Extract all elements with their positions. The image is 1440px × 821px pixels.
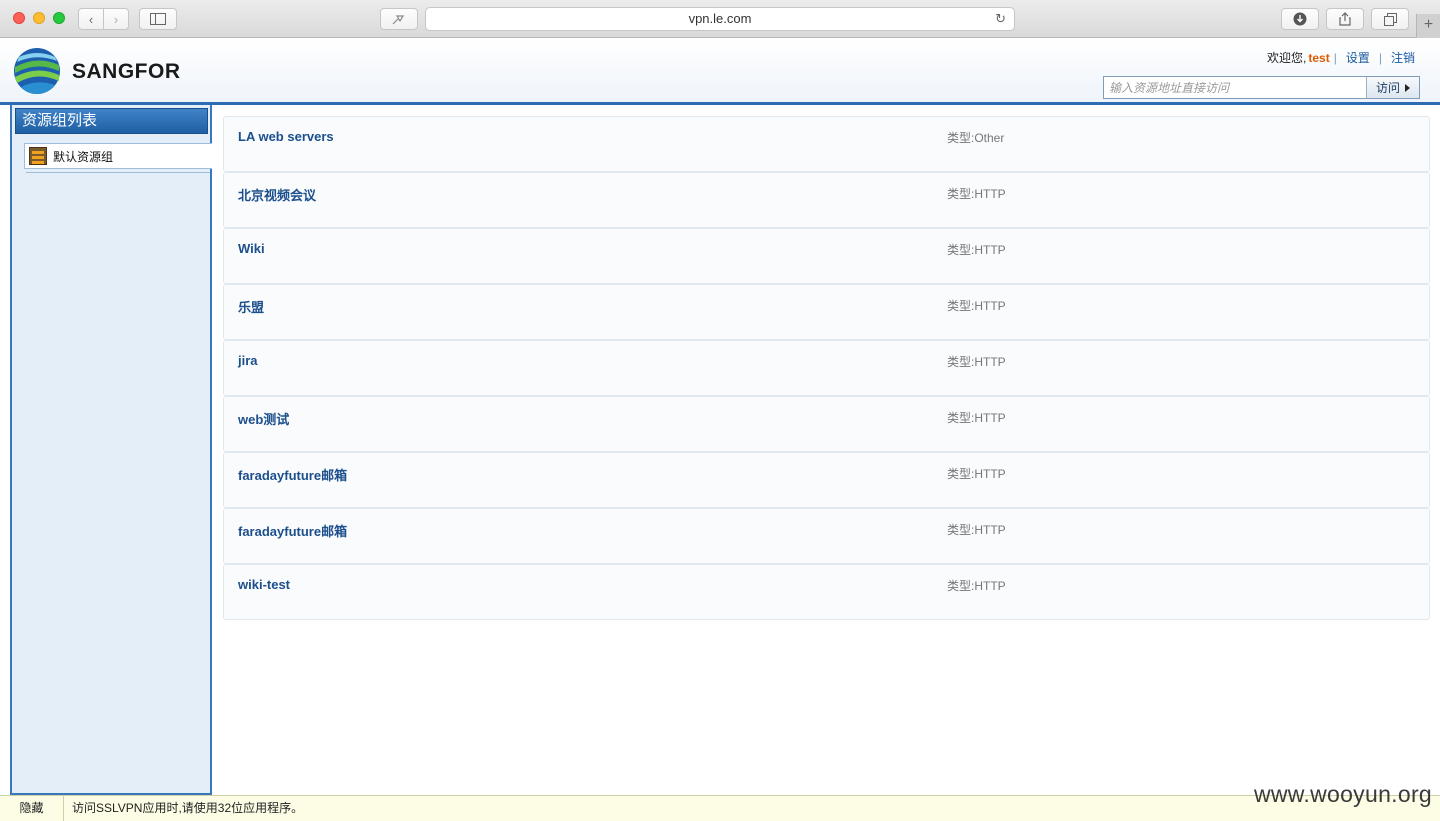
hide-button[interactable]: 隐藏 xyxy=(0,796,64,821)
resource-link[interactable]: web测试 xyxy=(238,409,289,428)
resource-list: LA web servers 类型:Other 北京视频会议 类型:HTTP W… xyxy=(223,116,1430,620)
plus-icon: + xyxy=(1423,16,1434,33)
pin-button[interactable] xyxy=(380,8,418,30)
address-bar[interactable]: vpn.le.com ↻ xyxy=(425,7,1015,31)
download-icon xyxy=(1293,12,1307,26)
share-icon xyxy=(1339,12,1351,26)
resource-row: web测试 类型:HTTP xyxy=(223,396,1430,452)
separator: | xyxy=(1378,50,1382,65)
resource-type: 类型:HTTP xyxy=(947,411,1006,425)
sidebar-icon xyxy=(150,13,166,25)
reload-icon[interactable]: ↻ xyxy=(995,8,1006,30)
pin-icon xyxy=(392,15,405,25)
username: test xyxy=(1308,50,1330,65)
resource-row: jira 类型:HTTP xyxy=(223,340,1430,396)
tabs-icon xyxy=(1383,12,1397,26)
resource-link[interactable]: LA web servers xyxy=(238,129,334,144)
resource-type: 类型:Other xyxy=(947,131,1005,145)
resource-row: 乐盟 类型:HTTP xyxy=(223,284,1430,340)
logout-link[interactable]: 注销 xyxy=(1391,49,1415,66)
downloads-button[interactable] xyxy=(1281,8,1319,30)
minimize-window-button[interactable] xyxy=(33,12,45,24)
header-divider xyxy=(0,102,1440,105)
resource-row: faradayfuture邮箱 类型:HTTP xyxy=(223,508,1430,564)
direct-visit-form: 访问 xyxy=(1103,76,1420,99)
brand-name: SANGFOR xyxy=(72,60,181,83)
resource-row: faradayfuture邮箱 类型:HTTP xyxy=(223,452,1430,508)
close-window-button[interactable] xyxy=(13,12,25,24)
separator: | xyxy=(1333,50,1337,65)
status-message: 访问SSLVPN应用时,请使用32位应用程序。 xyxy=(72,801,304,815)
resource-link[interactable]: 北京视频会议 xyxy=(238,185,316,204)
resource-group-item[interactable]: 默认资源组 xyxy=(24,143,212,169)
resource-group-panel: 资源组列表 默认资源组 xyxy=(10,105,212,795)
resource-row: Wiki 类型:HTTP xyxy=(223,228,1430,284)
chevron-left-icon: ‹ xyxy=(88,11,94,27)
browser-toolbar: ‹ › vpn.le.com ↻ + xyxy=(0,0,1440,38)
resource-link[interactable]: faradayfuture邮箱 xyxy=(238,465,347,484)
resource-type: 类型:HTTP xyxy=(947,187,1006,201)
new-tab-button[interactable]: + xyxy=(1416,14,1440,38)
resource-type: 类型:HTTP xyxy=(947,243,1006,257)
settings-link[interactable]: 设置 xyxy=(1346,49,1370,66)
resource-row: 北京视频会议 类型:HTTP xyxy=(223,172,1430,228)
resource-row: LA web servers 类型:Other xyxy=(223,116,1430,172)
user-links: 欢迎您, test | 设置 | 注销 xyxy=(1267,49,1415,66)
resource-type: 类型:HTTP xyxy=(947,355,1006,369)
resource-type: 类型:HTTP xyxy=(947,579,1006,593)
welcome-text: 欢迎您, xyxy=(1267,51,1307,65)
chevron-right-icon: › xyxy=(113,11,119,27)
app-header: SANGFOR 欢迎您, test | 设置 | 注销 访问 xyxy=(0,39,1440,103)
url-text: vpn.le.com xyxy=(688,11,752,26)
resource-address-input[interactable] xyxy=(1104,77,1366,98)
zoom-window-button[interactable] xyxy=(53,12,65,24)
resource-group-icon xyxy=(29,147,47,165)
panel-title: 资源组列表 xyxy=(15,108,208,134)
visit-button-label: 访问 xyxy=(1375,81,1400,95)
back-button[interactable]: ‹ xyxy=(78,8,104,30)
watermark: www.wooyun.org xyxy=(1253,781,1432,807)
resource-type: 类型:HTTP xyxy=(947,467,1006,481)
visit-button[interactable]: 访问 xyxy=(1366,77,1419,98)
share-button[interactable] xyxy=(1326,8,1364,30)
resource-link[interactable]: jira xyxy=(238,353,258,368)
resource-link[interactable]: Wiki xyxy=(238,241,265,256)
tab-overview-button[interactable] xyxy=(1371,8,1409,30)
resource-link[interactable]: 乐盟 xyxy=(238,297,264,316)
show-sidebar-button[interactable] xyxy=(139,8,177,30)
resource-link[interactable]: faradayfuture邮箱 xyxy=(238,521,347,540)
resource-type: 类型:HTTP xyxy=(947,523,1006,537)
divider xyxy=(26,172,210,173)
sangfor-logo-icon xyxy=(14,48,60,94)
resource-type: 类型:HTTP xyxy=(947,299,1006,313)
resource-row: wiki-test 类型:HTTP xyxy=(223,564,1430,620)
play-arrow-icon xyxy=(1405,83,1410,92)
forward-button[interactable]: › xyxy=(103,8,129,30)
resource-group-label: 默认资源组 xyxy=(53,149,114,164)
status-bar: 隐藏 访问SSLVPN应用时,请使用32位应用程序。 xyxy=(0,795,1440,821)
resource-link[interactable]: wiki-test xyxy=(238,577,290,592)
